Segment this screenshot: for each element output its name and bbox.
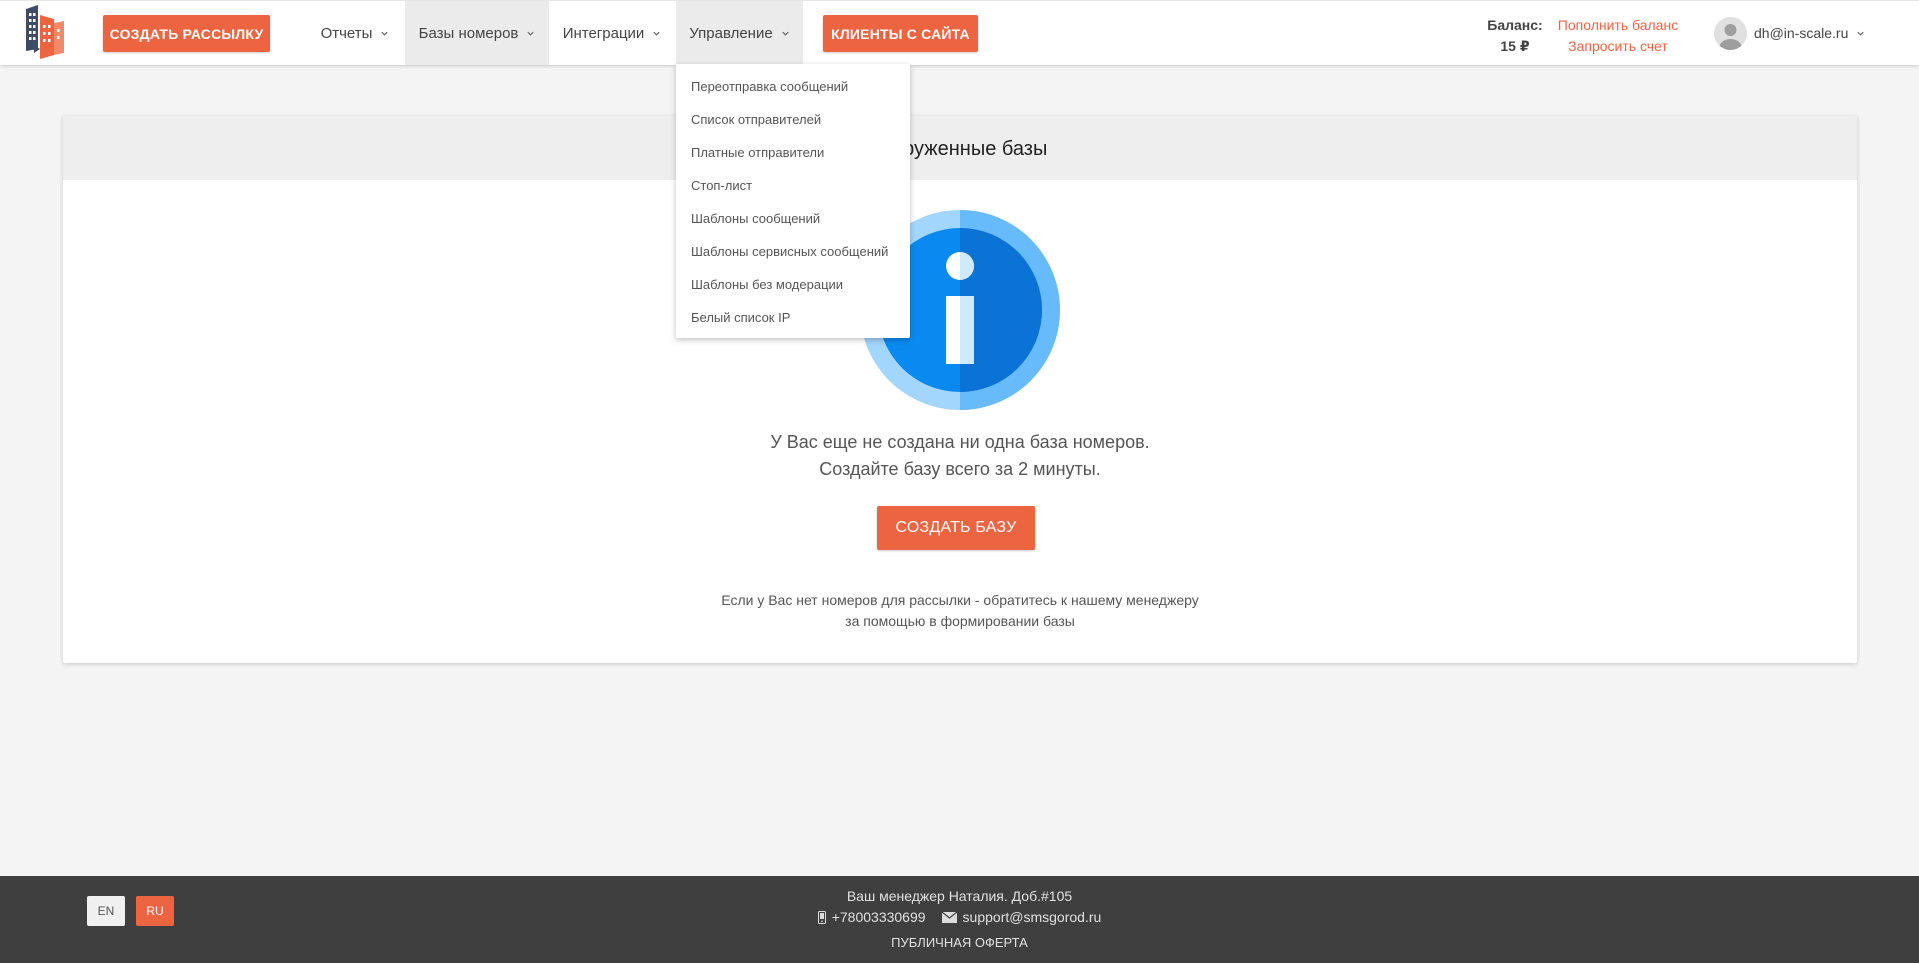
chevron-down-icon — [381, 31, 389, 36]
nav-bases-label: Базы номеров — [418, 24, 519, 42]
create-base-button[interactable]: СОЗДАТЬ БАЗУ — [877, 506, 1035, 550]
request-invoice-link[interactable]: Запросить счет — [1548, 36, 1688, 57]
top-header: Создать рассылку Отчеты Базы номеров Инт… — [0, 0, 1919, 65]
menu-item-resend-messages[interactable]: Переотправка сообщений — [676, 70, 910, 103]
menu-item-ip-whitelist[interactable]: Белый список IP — [676, 301, 910, 334]
nav-bases[interactable]: Базы номеров — [405, 1, 549, 65]
phone-link[interactable]: +78003330699 — [817, 909, 926, 925]
balance: Баланс: 15 ₽ — [1480, 15, 1550, 57]
menu-item-templates-no-moderation[interactable]: Шаблоны без модерации — [676, 268, 910, 301]
empty-state-message: У Вас еще не создана ни одна база номеро… — [63, 429, 1857, 483]
manager-info: Ваш менеджер Наталия. Доб.#105 — [846, 888, 1073, 904]
phone-number: +78003330699 — [831, 909, 926, 925]
balance-actions: Пополнить баланс Запросить счет — [1548, 15, 1688, 57]
nav-reports[interactable]: Отчеты — [310, 1, 400, 65]
mail-icon — [941, 911, 957, 923]
menu-item-paid-senders[interactable]: Платные отправители — [676, 136, 910, 169]
uploaded-bases-card: Загруженные базы У Вас еще не создана ни… — [63, 116, 1857, 663]
create-mailing-button[interactable]: Создать рассылку — [103, 15, 270, 52]
manage-dropdown-menu: Переотправка сообщений Список отправител… — [676, 64, 910, 338]
chevron-down-icon — [527, 31, 535, 36]
help-message: Если у Вас нет номеров для рассылки - об… — [63, 590, 1857, 632]
nav-manage[interactable]: Управление — [676, 1, 803, 65]
nav-integrations[interactable]: Интеграции — [552, 1, 672, 65]
empty-state-line1: У Вас еще не создана ни одна база номеро… — [770, 432, 1150, 452]
avatar-icon — [1714, 16, 1747, 50]
contacts: +78003330699 support@smsgorod.ru — [0, 909, 1919, 925]
clients-from-site-button[interactable]: Клиенты с сайта — [823, 15, 978, 52]
chevron-down-icon — [1857, 31, 1864, 36]
user-email: dh@in-scale.ru — [1754, 25, 1849, 41]
menu-item-senders-list[interactable]: Список отправителей — [676, 103, 910, 136]
public-offer-link[interactable]: Публичная оферта — [0, 935, 1919, 950]
phone-icon — [817, 910, 826, 924]
footer: EN RU Ваш менеджер Наталия. Доб.#105 +78… — [0, 876, 1919, 963]
chevron-down-icon — [653, 31, 660, 36]
logo-icon[interactable] — [24, 5, 66, 59]
user-menu[interactable]: dh@in-scale.ru — [1714, 15, 1865, 51]
empty-state-line2: Создайте базу всего за 2 минуты. — [819, 459, 1101, 479]
help-line2: за помощью в формировании базы — [845, 613, 1075, 629]
help-line1: Если у Вас нет номеров для рассылки - об… — [721, 592, 1199, 608]
card-title: Загруженные базы — [63, 116, 1857, 180]
menu-item-service-templates[interactable]: Шаблоны сервисных сообщений — [676, 235, 910, 268]
balance-value: 15 ₽ — [1500, 38, 1530, 54]
topup-balance-link[interactable]: Пополнить баланс — [1548, 15, 1688, 36]
balance-label: Баланс: — [1487, 17, 1543, 33]
menu-item-stop-list[interactable]: Стоп-лист — [676, 169, 910, 202]
menu-item-message-templates[interactable]: Шаблоны сообщений — [676, 202, 910, 235]
nav-integrations-label: Интеграции — [562, 24, 645, 42]
nav-manage-label: Управление — [689, 24, 773, 42]
support-email: support@smsgorod.ru — [962, 909, 1102, 925]
email-link[interactable]: support@smsgorod.ru — [941, 909, 1102, 925]
nav-reports-label: Отчеты — [320, 24, 373, 42]
chevron-down-icon — [782, 31, 789, 36]
